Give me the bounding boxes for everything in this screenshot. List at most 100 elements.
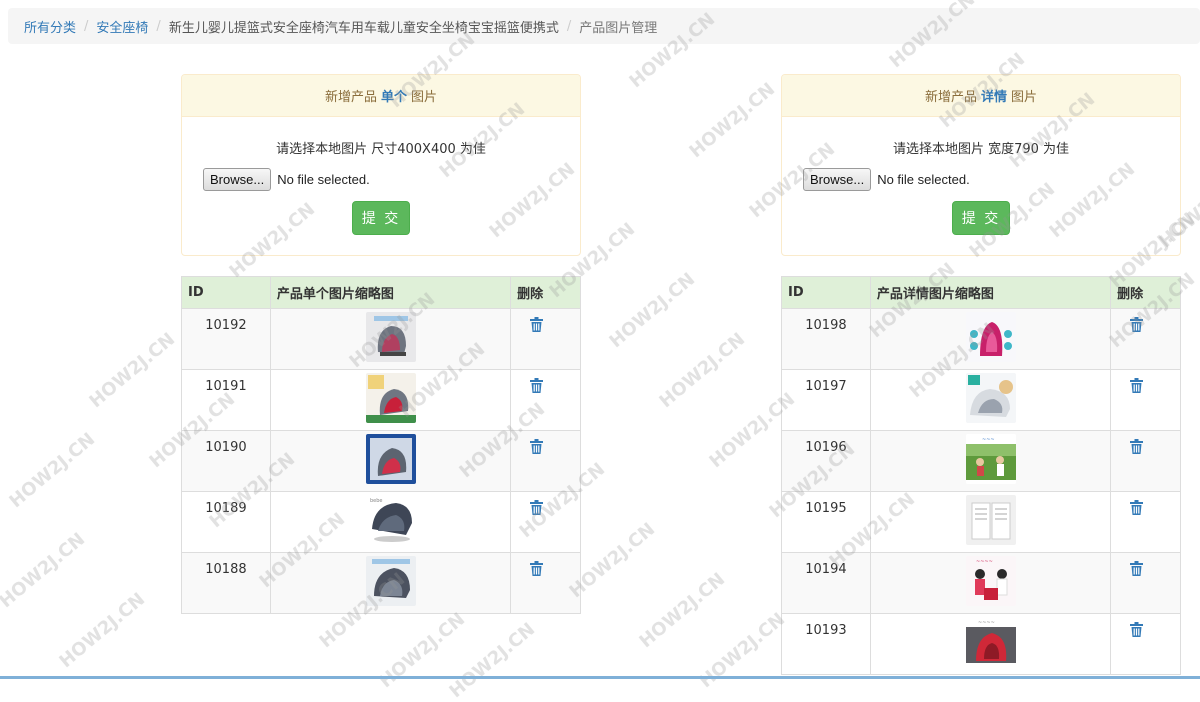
column-header-id: ID — [781, 276, 871, 309]
breadcrumb-separator: / — [566, 18, 572, 34]
delete-cell — [1110, 369, 1181, 431]
table-row: 10191 — [181, 369, 581, 431]
table-row: 10189 bebe — [181, 491, 581, 553]
row-id: 10197 — [781, 369, 871, 431]
delete-cell — [510, 369, 581, 431]
product-thumbnail-image: ~~~~ — [965, 617, 1016, 667]
row-id: 10196 — [781, 430, 871, 492]
thumbnail-cell: bebe — [269, 491, 512, 553]
trash-icon[interactable] — [1130, 561, 1144, 580]
submit-button[interactable]: 提 交 — [952, 201, 1010, 235]
product-thumbnail-image — [365, 434, 416, 484]
watermark: HOW2J.CN — [5, 428, 100, 513]
watermark: HOW2J.CN — [375, 608, 470, 693]
thumbnail-cell — [269, 552, 512, 614]
row-id: 10190 — [181, 430, 271, 492]
submit-button[interactable]: 提 交 — [352, 201, 410, 235]
watermark: HOW2J.CN — [655, 328, 750, 413]
upload-hint: 请选择本地图片 宽度790 为佳 — [892, 142, 1070, 157]
column-header-thumbnail: 产品详情图片缩略图 — [869, 276, 1112, 309]
column-header-delete: 删除 — [1110, 276, 1181, 309]
breadcrumb: 所有分类 / 安全座椅 / 新生儿婴儿提篮式安全座椅汽车用车载儿童安全坐椅宝宝摇… — [8, 8, 1200, 44]
row-id: 10189 — [181, 491, 271, 553]
panel-heading: 新增产品 详情 图片 — [782, 75, 1180, 117]
watermark: HOW2J.CN — [635, 568, 730, 653]
detail-image-upload-panel: 新增产品 详情 图片 请选择本地图片 宽度790 为佳 Browse... No… — [781, 74, 1181, 256]
table-row: 10193 ~~~~ — [781, 613, 1181, 675]
row-id: 10194 — [781, 552, 871, 614]
table-row: 10197 — [781, 369, 1181, 431]
heading-suffix: 图片 — [411, 90, 438, 105]
breadcrumb-current: 产品图片管理 — [579, 20, 658, 36]
heading-emphasis: 详情 — [980, 90, 1007, 105]
table-row: 10188 — [181, 552, 581, 614]
delete-cell — [1110, 552, 1181, 614]
trash-icon[interactable] — [1130, 622, 1144, 641]
product-thumbnail-image: ~~~~ — [965, 556, 1016, 606]
trash-icon[interactable] — [1130, 317, 1144, 336]
row-id: 10198 — [781, 308, 871, 370]
trash-icon[interactable] — [530, 439, 544, 458]
table-body: 10198 10197 10196 ~~~ 10195 10194 ~~~~ 10193 ~~~… — [781, 308, 1181, 675]
detail-images-table: ID 产品详情图片缩略图 删除 10198 10197 10196 ~~~ 10195 1… — [781, 276, 1181, 675]
thumbnail-cell: ~~~ — [869, 430, 1112, 492]
table-body: 10192 10191 10190 10189 bebe 10188 — [181, 308, 581, 614]
product-thumbnail-image: ~~~ — [965, 434, 1016, 484]
table-row: 10192 — [181, 308, 581, 370]
product-thumbnail-image — [965, 373, 1016, 423]
trash-icon[interactable] — [530, 561, 544, 580]
delete-cell — [1110, 308, 1181, 370]
product-thumbnail-image — [365, 373, 416, 423]
trash-icon[interactable] — [1130, 500, 1144, 519]
breadcrumb-separator: / — [156, 18, 161, 34]
breadcrumb-all-categories[interactable]: 所有分类 — [24, 17, 76, 36]
trash-icon[interactable] — [530, 500, 544, 519]
table-row: 10195 — [781, 491, 1181, 553]
breadcrumb-product: 新生儿婴儿提篮式安全座椅汽车用车载儿童安全坐椅宝宝摇篮便携式 — [168, 20, 559, 36]
breadcrumb-category[interactable]: 安全座椅 — [96, 17, 148, 36]
product-thumbnail-image — [365, 556, 416, 606]
svg-text:~~~: ~~~ — [982, 437, 995, 443]
upload-hint: 请选择本地图片 尺寸400X400 为佳 — [276, 142, 486, 157]
thumbnail-cell — [869, 491, 1112, 553]
watermark: HOW2J.CN — [445, 618, 540, 702]
thumbnail-cell — [269, 430, 512, 492]
thumbnail-cell: ~~~~ — [869, 552, 1112, 614]
product-thumbnail-image — [965, 312, 1016, 362]
browse-button[interactable]: Browse... — [803, 168, 872, 191]
row-id: 10188 — [181, 552, 271, 614]
table-row: 10196 ~~~ — [781, 430, 1181, 492]
svg-text:bebe: bebe — [370, 498, 383, 504]
trash-icon[interactable] — [1130, 439, 1144, 458]
delete-cell — [1110, 613, 1181, 675]
heading-prefix: 新增产品 — [924, 90, 977, 105]
delete-cell — [510, 491, 581, 553]
browse-button[interactable]: Browse... — [203, 168, 272, 191]
breadcrumb-separator: / — [84, 18, 89, 34]
watermark: HOW2J.CN — [685, 78, 780, 163]
file-status: No file selected. — [277, 172, 370, 187]
thumbnail-cell: ~~~~ — [869, 613, 1112, 675]
heading-suffix: 图片 — [1011, 90, 1038, 105]
column-header-delete: 删除 — [510, 276, 581, 309]
single-images-table: ID 产品单个图片缩略图 删除 10192 10191 10190 10189 bebe… — [181, 276, 581, 614]
delete-cell — [510, 308, 581, 370]
trash-icon[interactable] — [1130, 378, 1144, 397]
row-id: 10192 — [181, 308, 271, 370]
column-header-id: ID — [181, 276, 271, 309]
thumbnail-cell — [869, 308, 1112, 370]
panel-heading: 新增产品 单个 图片 — [182, 75, 580, 117]
delete-cell — [510, 552, 581, 614]
watermark: HOW2J.CN — [0, 528, 90, 613]
watermark: HOW2J.CN — [695, 608, 790, 693]
trash-icon[interactable] — [530, 317, 544, 336]
single-image-upload-panel: 新增产品 单个 图片 请选择本地图片 尺寸400X400 为佳 Browse..… — [181, 74, 581, 256]
svg-text:~~~~: ~~~~ — [976, 559, 993, 565]
watermark: HOW2J.CN — [85, 328, 180, 413]
product-thumbnail-image: bebe — [365, 495, 416, 545]
delete-cell — [510, 430, 581, 492]
table-row: 10198 — [781, 308, 1181, 370]
row-id: 10193 — [781, 613, 871, 675]
table-row: 10194 ~~~~ — [781, 552, 1181, 614]
trash-icon[interactable] — [530, 378, 544, 397]
